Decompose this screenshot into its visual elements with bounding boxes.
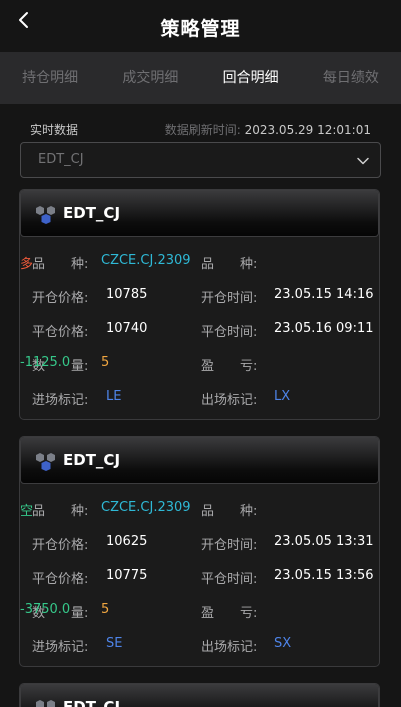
variety-value: CZCE.CJ.2309 <box>101 500 191 515</box>
variety-label: 品 种: <box>32 257 89 272</box>
card-row-tags: 进场标记: SE 出场标记: SX <box>20 636 379 656</box>
exit-tag-value: SX <box>274 636 292 651</box>
page-title: 策略管理 <box>160 18 241 40</box>
card-header: EDT_CJ <box>20 190 379 237</box>
tab-positions[interactable]: 持仓明细 <box>0 52 100 104</box>
tab-daily-performance[interactable]: 每日绩效 <box>301 52 401 104</box>
tab-rounds[interactable]: 回合明细 <box>201 52 301 104</box>
refresh-time-text: 数据刷新时间: 2023.05.29 12:01:01 <box>165 121 371 138</box>
pnl-label: 盈 亏: <box>201 606 258 621</box>
close-time-label: 平仓时间: <box>201 325 258 340</box>
qty-value: 5 <box>101 355 110 370</box>
card-row-qty: 数 量: 5 盈 亏: -3750.0 <box>20 602 379 622</box>
close-time-label: 平仓时间: <box>201 572 258 587</box>
realtime-data-label: 实时数据 <box>30 123 79 137</box>
card-row-close: 平仓价格: 10775 平仓时间: 23.05.15 13:56 <box>20 568 379 588</box>
data-meta-row: 实时数据 数据刷新时间: 2023.05.29 12:01:01 <box>30 121 371 137</box>
open-time-label: 开仓时间: <box>201 291 258 306</box>
direction-value: 空 <box>20 504 34 519</box>
card-header: EDT_CJ <box>20 437 379 484</box>
pnl-value: -1125.0 <box>20 355 71 370</box>
pnl-value: -3750.0 <box>20 602 71 617</box>
direction-value: 多 <box>20 257 34 272</box>
entry-tag-label: 进场标记: <box>32 640 89 655</box>
strategy-cube-icon <box>36 206 55 224</box>
strategy-select[interactable]: EDT_CJ <box>20 142 381 178</box>
direction-label: 品 种: <box>201 504 258 519</box>
close-price-value: 10740 <box>106 321 148 336</box>
card-row-open: 开仓价格: 10625 开仓时间: 23.05.05 13:31 <box>20 534 379 554</box>
tab-bar: 持仓明细 成交明细 回合明细 每日绩效 <box>0 52 401 104</box>
strategy-cube-icon <box>36 700 55 707</box>
refresh-time-value: 2023.05.29 12:01:01 <box>244 123 371 137</box>
open-price-label: 开仓价格: <box>32 291 89 306</box>
refresh-time-label: 数据刷新时间: <box>164 123 241 137</box>
exit-tag-value: LX <box>274 389 291 404</box>
entry-tag-label: 进场标记: <box>32 393 89 408</box>
card-strategy-name: EDT_CJ <box>63 204 121 222</box>
close-price-label: 平仓价格: <box>32 325 89 340</box>
round-card: EDT_CJ 品 种: CZCE.CJ.2309 品 种: 多 开仓价格: 10… <box>19 189 380 420</box>
card-row-variety: 品 种: CZCE.CJ.2309 品 种: 空 <box>20 500 379 520</box>
open-time-value: 23.05.05 13:31 <box>274 534 374 549</box>
chevron-down-icon <box>357 157 369 165</box>
card-row-tags: 进场标记: LE 出场标记: LX <box>20 389 379 409</box>
tab-trades[interactable]: 成交明细 <box>100 52 200 104</box>
open-price-value: 10625 <box>106 534 148 549</box>
close-time-value: 23.05.16 09:11 <box>274 321 374 336</box>
open-price-label: 开仓价格: <box>32 538 89 553</box>
card-strategy-name: EDT_CJ <box>63 451 121 469</box>
exit-tag-label: 出场标记: <box>201 393 258 408</box>
card-row-open: 开仓价格: 10785 开仓时间: 23.05.15 14:16 <box>20 287 379 307</box>
round-card: EDT_CJ 品 种: CZCE.CJ.2309 品 种: 空 开仓价格: 10… <box>19 436 380 667</box>
close-price-label: 平仓价格: <box>32 572 89 587</box>
direction-label: 品 种: <box>201 257 258 272</box>
card-row-close: 平仓价格: 10740 平仓时间: 23.05.16 09:11 <box>20 321 379 341</box>
strategy-select-value: EDT_CJ <box>38 152 84 167</box>
close-time-value: 23.05.15 13:56 <box>274 568 374 583</box>
card-row-qty: 数 量: 5 盈 亏: -1125.0 <box>20 355 379 375</box>
qty-value: 5 <box>101 602 110 617</box>
round-card: EDT_CJ <box>19 683 380 707</box>
pnl-label: 盈 亏: <box>201 359 258 374</box>
open-price-value: 10785 <box>106 287 148 302</box>
card-row-variety: 品 种: CZCE.CJ.2309 品 种: 多 <box>20 253 379 273</box>
variety-label: 品 种: <box>32 504 89 519</box>
entry-tag-value: SE <box>106 636 123 651</box>
card-header: EDT_CJ <box>20 684 379 707</box>
open-time-value: 23.05.15 14:16 <box>274 287 374 302</box>
app-header: 策略管理 <box>0 0 401 52</box>
card-strategy-name: EDT_CJ <box>63 698 121 707</box>
close-price-value: 10775 <box>106 568 148 583</box>
strategy-cube-icon <box>36 453 55 471</box>
open-time-label: 开仓时间: <box>201 538 258 553</box>
variety-value: CZCE.CJ.2309 <box>101 253 191 268</box>
exit-tag-label: 出场标记: <box>201 640 258 655</box>
entry-tag-value: LE <box>106 389 122 404</box>
